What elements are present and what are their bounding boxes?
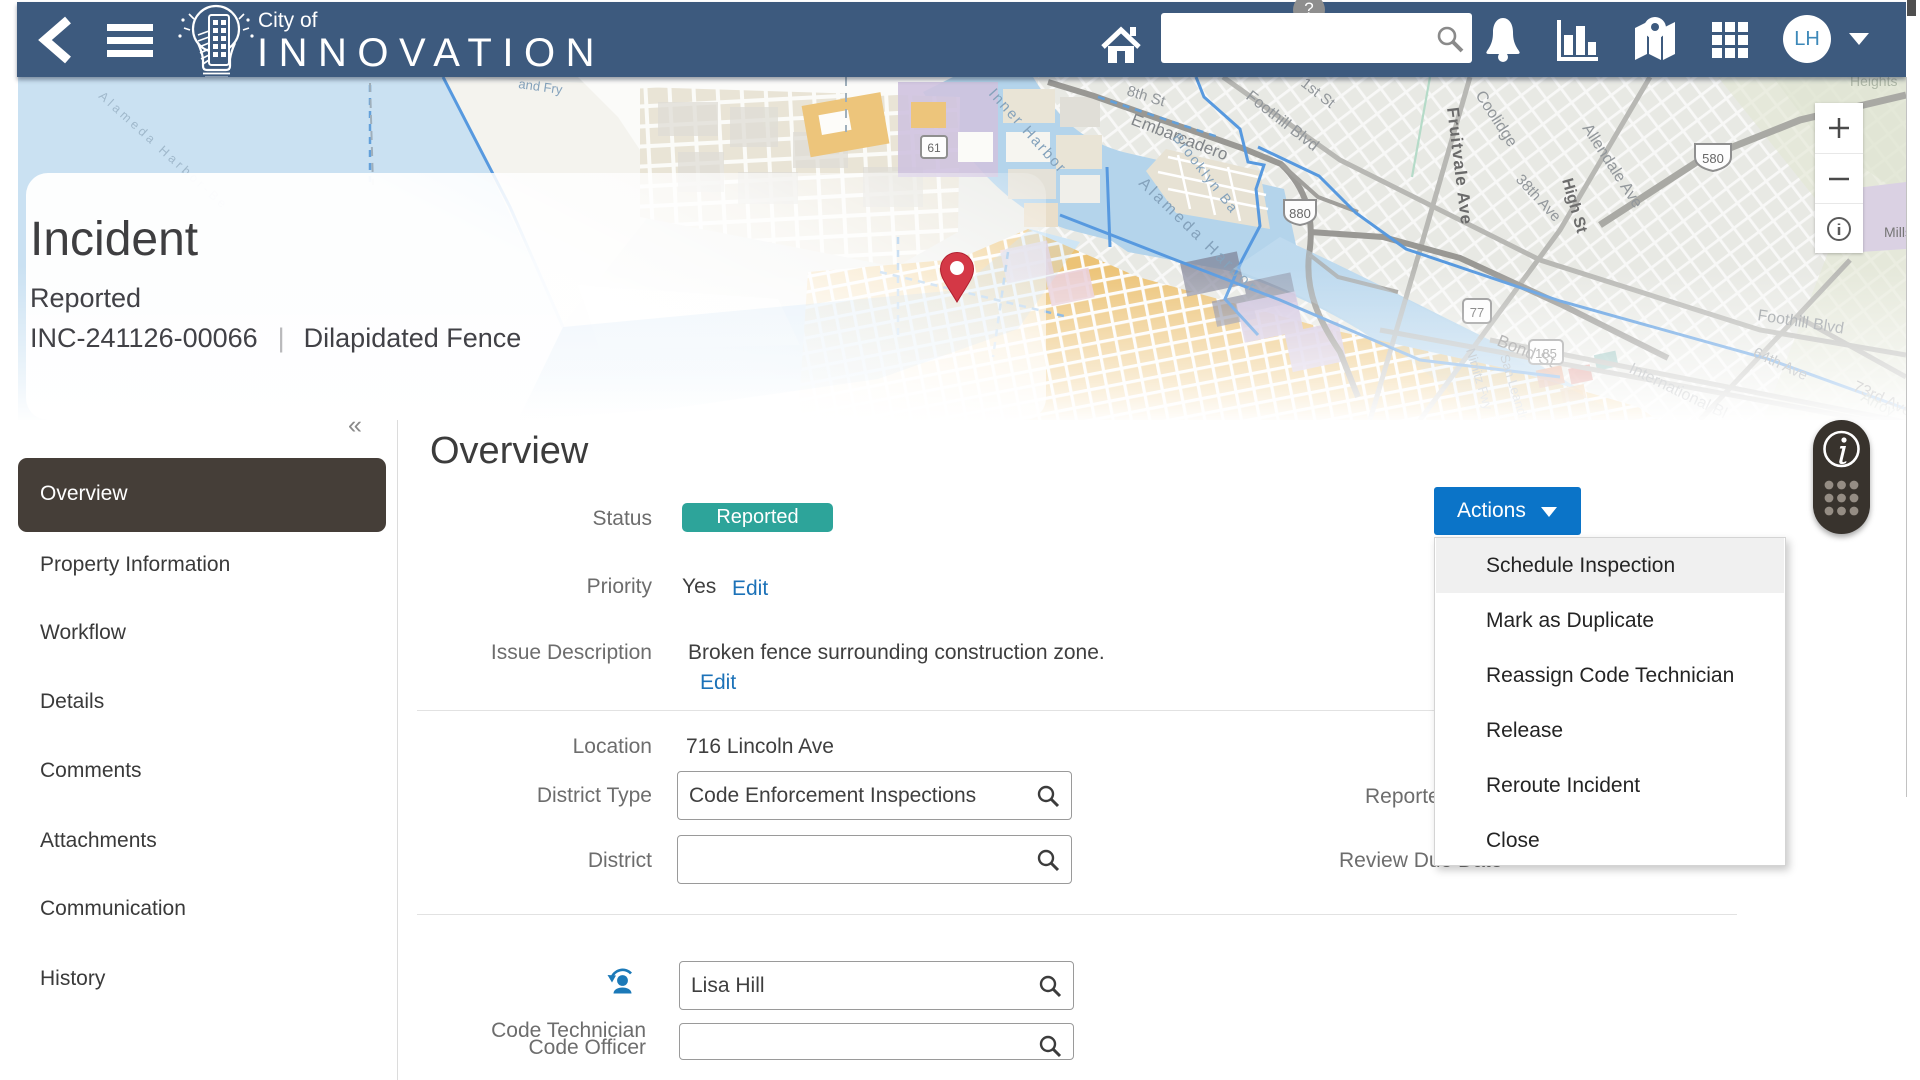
svg-text:City of: City of: [258, 9, 318, 32]
svg-text:INNOVATION: INNOVATION: [257, 31, 605, 75]
